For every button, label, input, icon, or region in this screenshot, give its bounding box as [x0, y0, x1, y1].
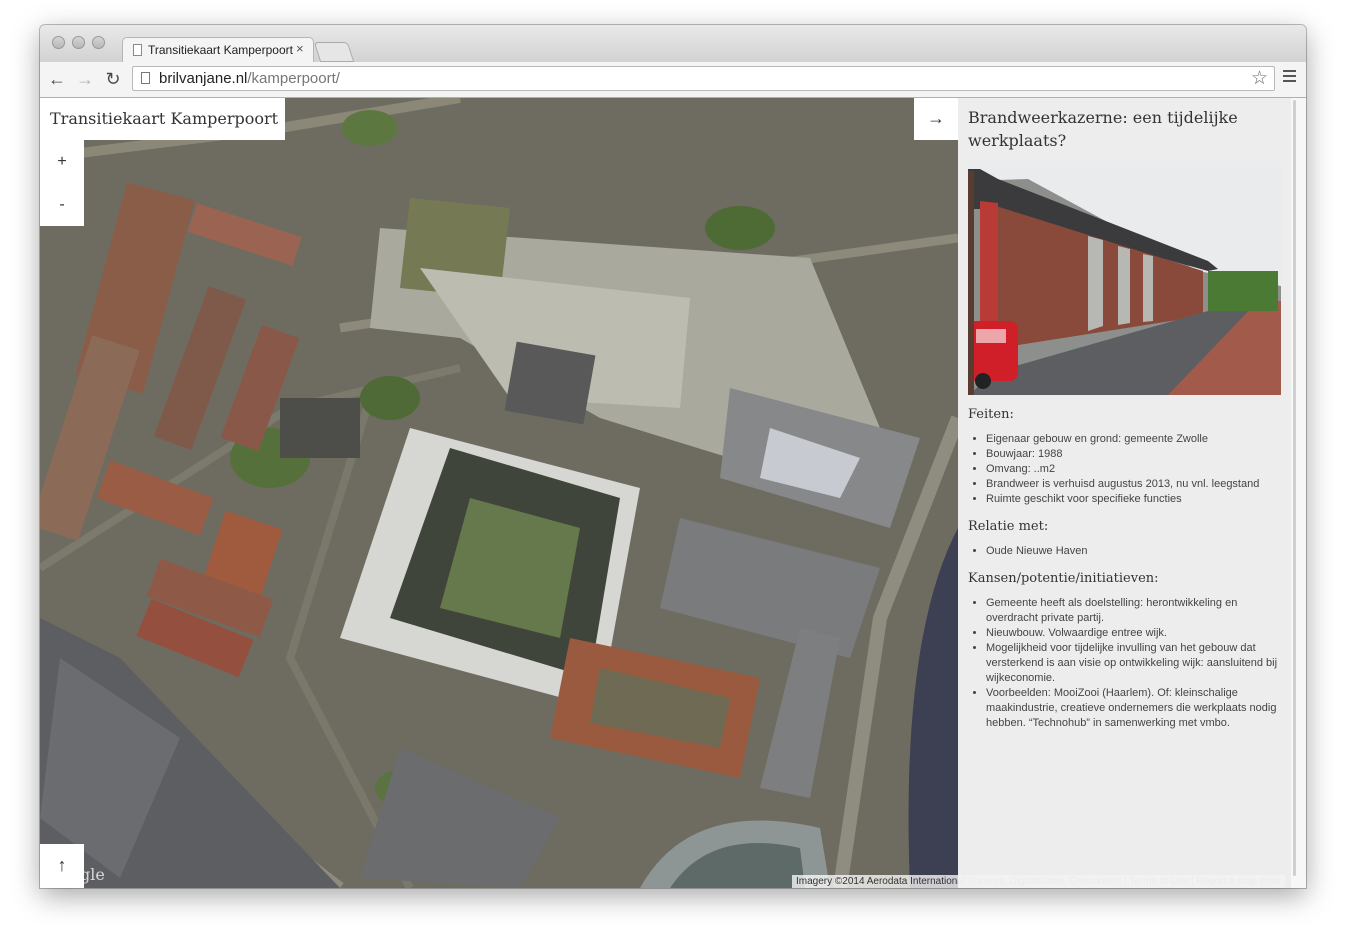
browser-toolbar: ← → ↻ brilvanjane.nl/kamperpoort/ ☆ [40, 62, 1306, 98]
address-bar[interactable]: brilvanjane.nl/kamperpoort/ ☆ [132, 66, 1275, 91]
url-host: brilvanjane.nl [159, 70, 248, 87]
page-icon [133, 44, 142, 56]
list-item: Ruimte geschikt voor specifieke functies [986, 492, 1281, 507]
list-item: Eigenaar gebouw en grond: gemeente Zwoll… [986, 432, 1281, 447]
fire-station-photo [968, 161, 1281, 395]
info-panel: Brandweerkazerne: een tijdelijke werkpla… [958, 98, 1291, 888]
list-item: Mogelijkheid voor tijdelijke invulling v… [986, 641, 1281, 686]
tab-close-icon[interactable]: × [296, 41, 304, 56]
list-item: Nieuwbouw. Volwaardige entree wijk. [986, 626, 1281, 641]
title-bar: Transitiekaart Kamperpoort × [40, 25, 1306, 63]
list-item: Gemeente heeft als doelstelling: herontw… [986, 596, 1281, 626]
new-tab-button[interactable] [313, 42, 355, 62]
forward-icon[interactable]: → [74, 68, 96, 90]
facts-section: Feiten: Eigenaar gebouw en grond: gemeen… [968, 407, 1281, 507]
page-icon [141, 72, 150, 84]
list-item: Bouwjaar: 1988 [986, 447, 1281, 462]
scrollbar-thumb[interactable] [1293, 100, 1296, 876]
list-item: Brandweer is verhuisd augustus 2013, nu … [986, 477, 1281, 492]
list-item: Oude Nieuwe Haven [986, 544, 1281, 559]
close-panel-arrow-icon[interactable]: → [914, 98, 958, 140]
url-text: brilvanjane.nl/kamperpoort/ [159, 70, 340, 87]
close-window-button[interactable] [52, 36, 65, 49]
url-path: /kamperpoort/ [247, 70, 340, 87]
zoom-in-button[interactable]: + [40, 140, 84, 183]
google-logo: Google [48, 865, 105, 884]
opportunities-section: Kansen/potentie/initiatieven: Gemeente h… [968, 571, 1281, 731]
zoom-control: + - [40, 140, 84, 226]
bookmark-star-icon[interactable]: ☆ [1251, 67, 1268, 90]
list-item: Voorbeelden: MooiZooi (Haarlem). Of: kle… [986, 686, 1281, 731]
list-item: Omvang: ..m2 [986, 462, 1281, 477]
page-viewport: Transitiekaart Kamperpoort + - ↑ Google … [40, 98, 1306, 888]
back-icon[interactable]: ← [46, 68, 68, 90]
browser-window: Transitiekaart Kamperpoort × ← → ↻ brilv… [40, 25, 1306, 888]
section-heading: Relatie met: [968, 519, 1049, 534]
satellite-map[interactable] [40, 98, 958, 888]
minimize-window-button[interactable] [72, 36, 85, 49]
tab-title: Transitiekaart Kamperpoort [148, 43, 293, 57]
section-heading: Feiten: [968, 407, 1014, 422]
panel-title: Brandweerkazerne: een tijdelijke werkpla… [968, 108, 1238, 150]
zoom-window-button[interactable] [92, 36, 105, 49]
menu-icon[interactable] [1283, 70, 1296, 85]
browser-tab[interactable]: Transitiekaart Kamperpoort × [122, 37, 314, 63]
relations-section: Relatie met: Oude Nieuwe Haven [968, 519, 1281, 559]
section-heading: Kansen/potentie/initiatieven: [968, 571, 1159, 586]
page-scrollbar[interactable] [1291, 98, 1306, 888]
map-title: Transitiekaart Kamperpoort [40, 98, 285, 140]
zoom-out-button[interactable]: - [40, 183, 84, 226]
reload-icon[interactable]: ↻ [102, 68, 124, 90]
